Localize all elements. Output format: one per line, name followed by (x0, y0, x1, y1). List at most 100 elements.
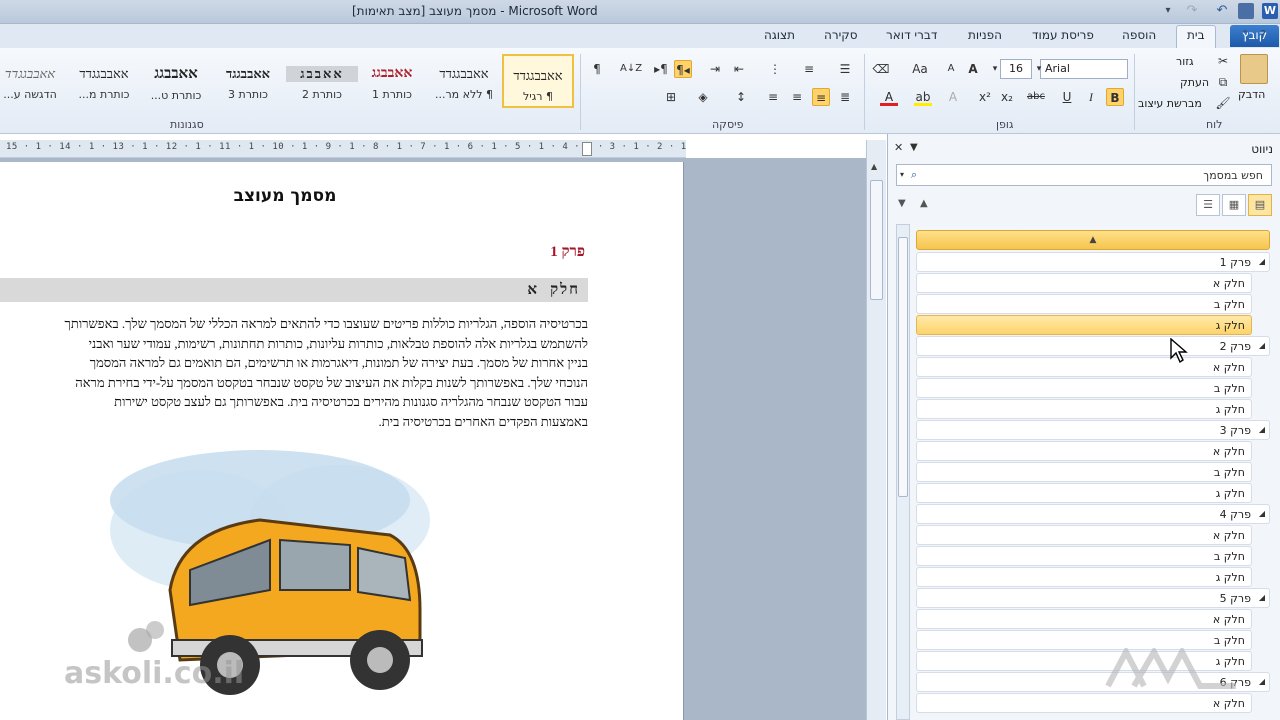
format-painter-button[interactable]: מברשת עיצוב (1138, 97, 1202, 110)
view-results-icon[interactable]: ☰ (1196, 194, 1220, 216)
close-icon[interactable]: ✕ (894, 141, 903, 154)
nav-document-title-bar[interactable]: ▲ (916, 230, 1270, 250)
tab-mailings[interactable]: דברי דואר (886, 28, 937, 42)
subscript-button[interactable]: x₂ (998, 88, 1016, 106)
ribbon-collapse-icon[interactable]: ⌃ (1238, 28, 1252, 42)
font-name-dropdown-icon[interactable]: ▾ (1030, 60, 1048, 78)
nav-previous-icon[interactable]: ▲ (920, 198, 928, 209)
change-case-icon[interactable]: Aa (908, 60, 932, 78)
font-size-dropdown-icon[interactable]: ▾ (986, 60, 1004, 78)
nav-chapter-item[interactable]: ◢ פרק 3 (916, 420, 1270, 440)
customize-qat-icon[interactable]: ▾ (1160, 3, 1176, 19)
collapse-triangle-icon[interactable]: ◢ (1259, 257, 1265, 266)
paste-button[interactable]: הדבק (1238, 88, 1265, 101)
borders-icon[interactable]: ⊞ (662, 88, 680, 106)
line-spacing-icon[interactable]: ↕ (732, 88, 750, 106)
nav-section-item[interactable]: חלק א (916, 693, 1252, 713)
nav-next-icon[interactable]: ▼ (898, 198, 906, 209)
scrollbar-thumb[interactable] (870, 180, 883, 300)
text-effects-icon[interactable]: A (944, 88, 962, 106)
tab-review[interactable]: סקירה (824, 28, 858, 42)
nav-section-item[interactable]: חלק א (916, 357, 1252, 377)
cut-icon[interactable]: ✂ (1214, 52, 1232, 70)
style-subtitle[interactable]: אאבבגגדד כותרת מ... (68, 54, 140, 108)
bold-button[interactable]: B (1106, 88, 1124, 106)
nav-scrollbar-thumb[interactable] (898, 237, 908, 497)
highlight-button[interactable]: ab (914, 88, 932, 106)
paste-icon[interactable] (1240, 54, 1268, 84)
align-center-icon[interactable]: ≡ (788, 88, 806, 106)
view-headings-icon[interactable]: ▤ (1248, 194, 1272, 216)
grow-font-icon[interactable]: A (964, 60, 982, 78)
nav-section-item[interactable]: חלק ב (916, 378, 1252, 398)
style-no-spacing[interactable]: אאבבגגדד ¶ ללא מר... (428, 54, 500, 108)
shading-icon[interactable]: ◈ (694, 88, 712, 106)
document-page[interactable]: מסמך מעוצב פרק 1 חלק א בכרטיסיה הוספה, ה… (0, 162, 684, 720)
shrink-font-icon[interactable]: A (942, 60, 960, 78)
nav-chapter-item[interactable]: ◢ פרק 5 (916, 588, 1270, 608)
word-logo-icon[interactable]: W (1262, 3, 1278, 19)
clear-formatting-icon[interactable]: ⌫ (872, 60, 890, 78)
nav-search-input[interactable]: חפש במסמך ⌕ ▾ (896, 164, 1272, 186)
sort-icon[interactable]: A↓Z (620, 60, 642, 78)
nav-section-item[interactable]: חלק ג (916, 399, 1252, 419)
font-color-button[interactable]: A (880, 88, 898, 106)
redo-icon[interactable]: ↷ (1184, 3, 1200, 19)
tab-view[interactable]: תצוגה (764, 28, 795, 42)
show-marks-icon[interactable]: ¶ (588, 60, 606, 78)
nav-section-item[interactable]: חלק ג (916, 567, 1252, 587)
tab-insert[interactable]: הוספה (1122, 28, 1156, 42)
collapse-triangle-icon[interactable]: ◢ (1259, 509, 1265, 518)
italic-button[interactable]: I (1082, 88, 1100, 106)
decrease-indent-icon[interactable]: ⇤ (730, 60, 748, 78)
search-icon[interactable]: ⌕ (911, 168, 917, 182)
style-title[interactable]: אאבבגג כותרת ט... (140, 54, 212, 108)
superscript-button[interactable]: x² (976, 88, 994, 106)
nav-chapter-item[interactable]: ◢ פרק 2 (916, 336, 1270, 356)
copy-button[interactable]: העתק (1180, 76, 1209, 89)
font-name-field[interactable]: Arial (1040, 59, 1128, 79)
style-heading-1[interactable]: אאבבגג כותרת 1 (356, 54, 428, 108)
style-normal[interactable]: אאבבגגדד ¶ רגיל (502, 54, 574, 108)
save-icon[interactable] (1238, 3, 1254, 19)
nav-section-item[interactable]: חלק א (916, 273, 1252, 293)
document-scrollbar[interactable]: ▲ (866, 140, 886, 720)
nav-section-item[interactable]: חלק ב (916, 462, 1252, 482)
nav-section-item[interactable]: חלק א (916, 525, 1252, 545)
indent-marker-icon[interactable] (582, 142, 592, 156)
align-left-icon[interactable]: ≡ (764, 88, 782, 106)
tab-home[interactable]: בית (1176, 25, 1216, 48)
numbering-icon[interactable]: ≡ (800, 60, 818, 78)
nav-section-item[interactable]: חלק א (916, 609, 1252, 629)
scroll-up-icon[interactable]: ▲ (871, 162, 877, 171)
collapse-triangle-icon[interactable]: ◢ (1259, 425, 1265, 434)
collapse-triangle-icon[interactable]: ◢ (1259, 677, 1265, 686)
view-pages-icon[interactable]: ▦ (1222, 194, 1246, 216)
style-emphasis[interactable]: אאבבגגדד הדגשה ע... (0, 54, 66, 108)
nav-options-icon[interactable]: ▼ (910, 142, 918, 153)
collapse-triangle-icon[interactable]: ◢ (1259, 593, 1265, 602)
nav-scrollbar[interactable] (896, 224, 910, 720)
align-right-icon[interactable]: ≡ (812, 88, 830, 106)
increase-indent-icon[interactable]: ⇥ (706, 60, 724, 78)
strikethrough-button[interactable]: abc (1024, 88, 1048, 106)
ltr-direction-icon[interactable]: ▸¶ (652, 60, 670, 78)
nav-chapter-item[interactable]: ◢ פרק 4 (916, 504, 1270, 524)
tab-page-layout[interactable]: פריסת עמוד (1032, 28, 1094, 42)
copy-icon[interactable]: ⧉ (1214, 73, 1232, 91)
rtl-direction-icon[interactable]: ¶◂ (674, 60, 692, 78)
nav-section-item[interactable]: חלק ג (916, 483, 1252, 503)
style-heading-3[interactable]: אאבבגגד כותרת 3 (212, 54, 284, 108)
search-dropdown-icon[interactable]: ▾ (900, 170, 904, 179)
underline-button[interactable]: U (1058, 88, 1076, 106)
font-size-field[interactable]: 16 (1000, 59, 1032, 79)
collapse-triangle-icon[interactable]: ◢ (1259, 341, 1265, 350)
ribbon-help-icon[interactable]: ? (1256, 28, 1270, 42)
nav-section-item[interactable]: חלק א (916, 441, 1252, 461)
tab-references[interactable]: הפניות (968, 28, 1002, 42)
style-heading-2[interactable]: אאבבג כותרת 2 (286, 54, 358, 108)
bullets-icon[interactable]: ☰ (836, 60, 854, 78)
format-painter-icon[interactable]: 🖌 (1214, 94, 1232, 112)
justify-icon[interactable]: ≣ (836, 88, 854, 106)
nav-section-item[interactable]: חלק ב (916, 294, 1252, 314)
